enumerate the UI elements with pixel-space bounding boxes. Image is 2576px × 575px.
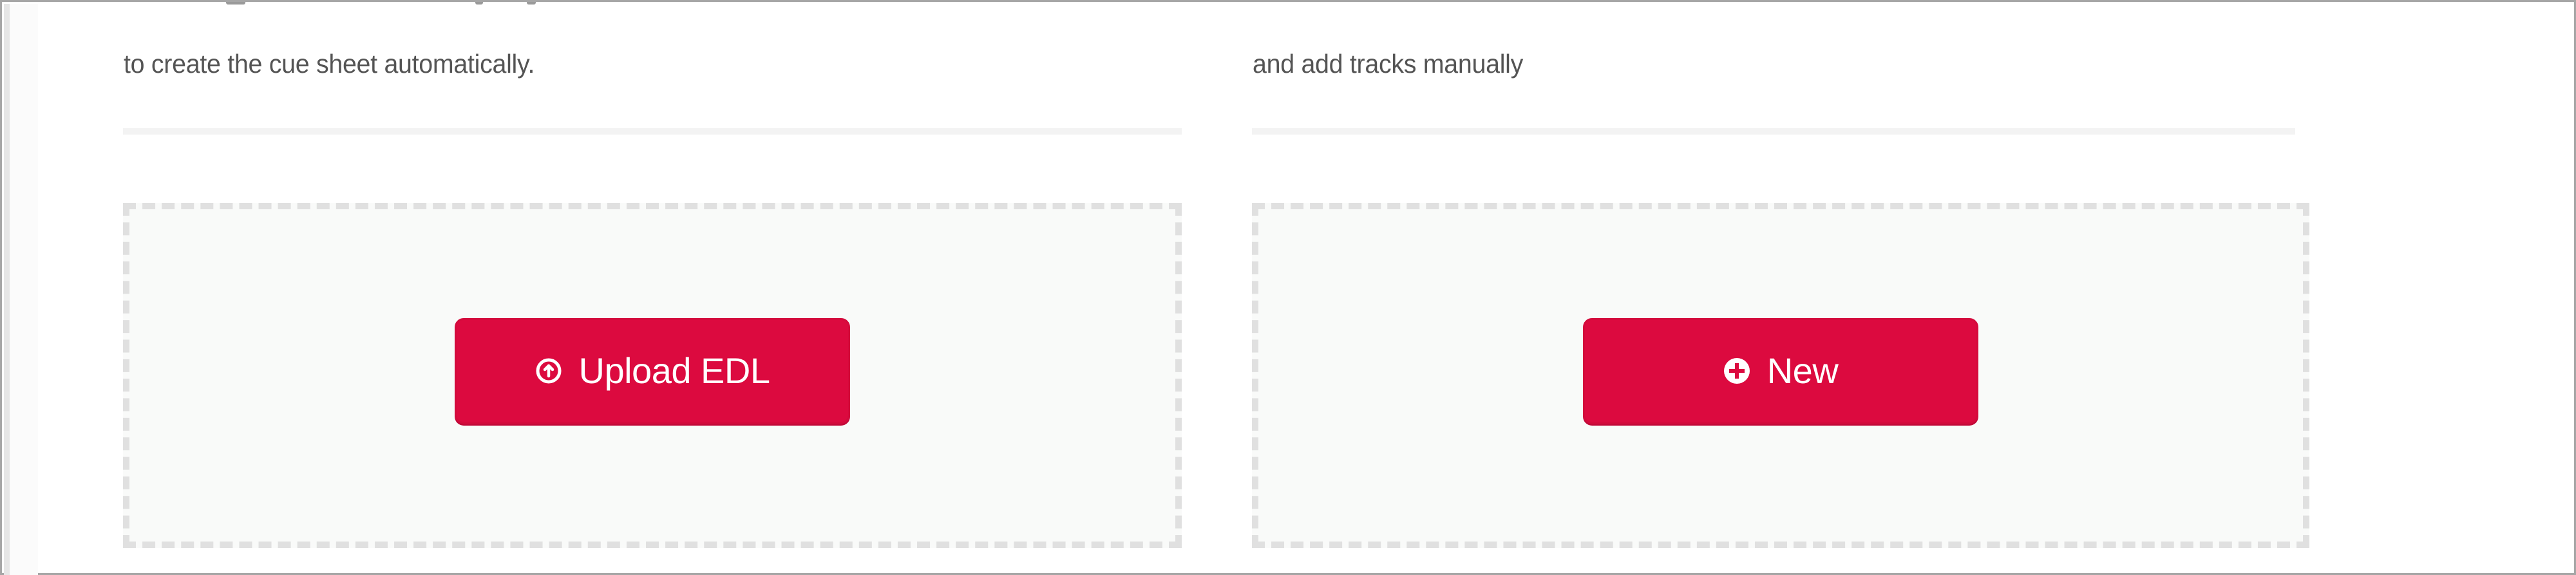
divider bbox=[1252, 128, 2295, 135]
plus-circle-icon bbox=[1723, 357, 1750, 384]
upload-edl-label: Upload EDL bbox=[578, 350, 770, 391]
new-cue-sheet-panel: New bbox=[1252, 203, 2309, 548]
new-label: New bbox=[1766, 350, 1839, 391]
heading-fragment bbox=[475, 2, 483, 5]
new-button[interactable]: New bbox=[1583, 318, 1978, 424]
new-cue-sheet-description: and add tracks manually bbox=[1253, 49, 1524, 79]
page-gutter bbox=[10, 4, 38, 575]
heading-fragment bbox=[527, 2, 536, 5]
upload-edl-button[interactable]: Upload EDL bbox=[455, 318, 850, 424]
edl-dropzone[interactable]: Upload EDL bbox=[123, 203, 1182, 548]
divider bbox=[123, 128, 1182, 135]
page-frame: to create the cue sheet automatically. U… bbox=[0, 0, 2576, 575]
upload-edl-description: to create the cue sheet automatically. bbox=[124, 49, 535, 79]
upload-circle-icon bbox=[535, 357, 562, 384]
heading-fragment bbox=[226, 2, 245, 5]
window-edge bbox=[4, 4, 10, 575]
